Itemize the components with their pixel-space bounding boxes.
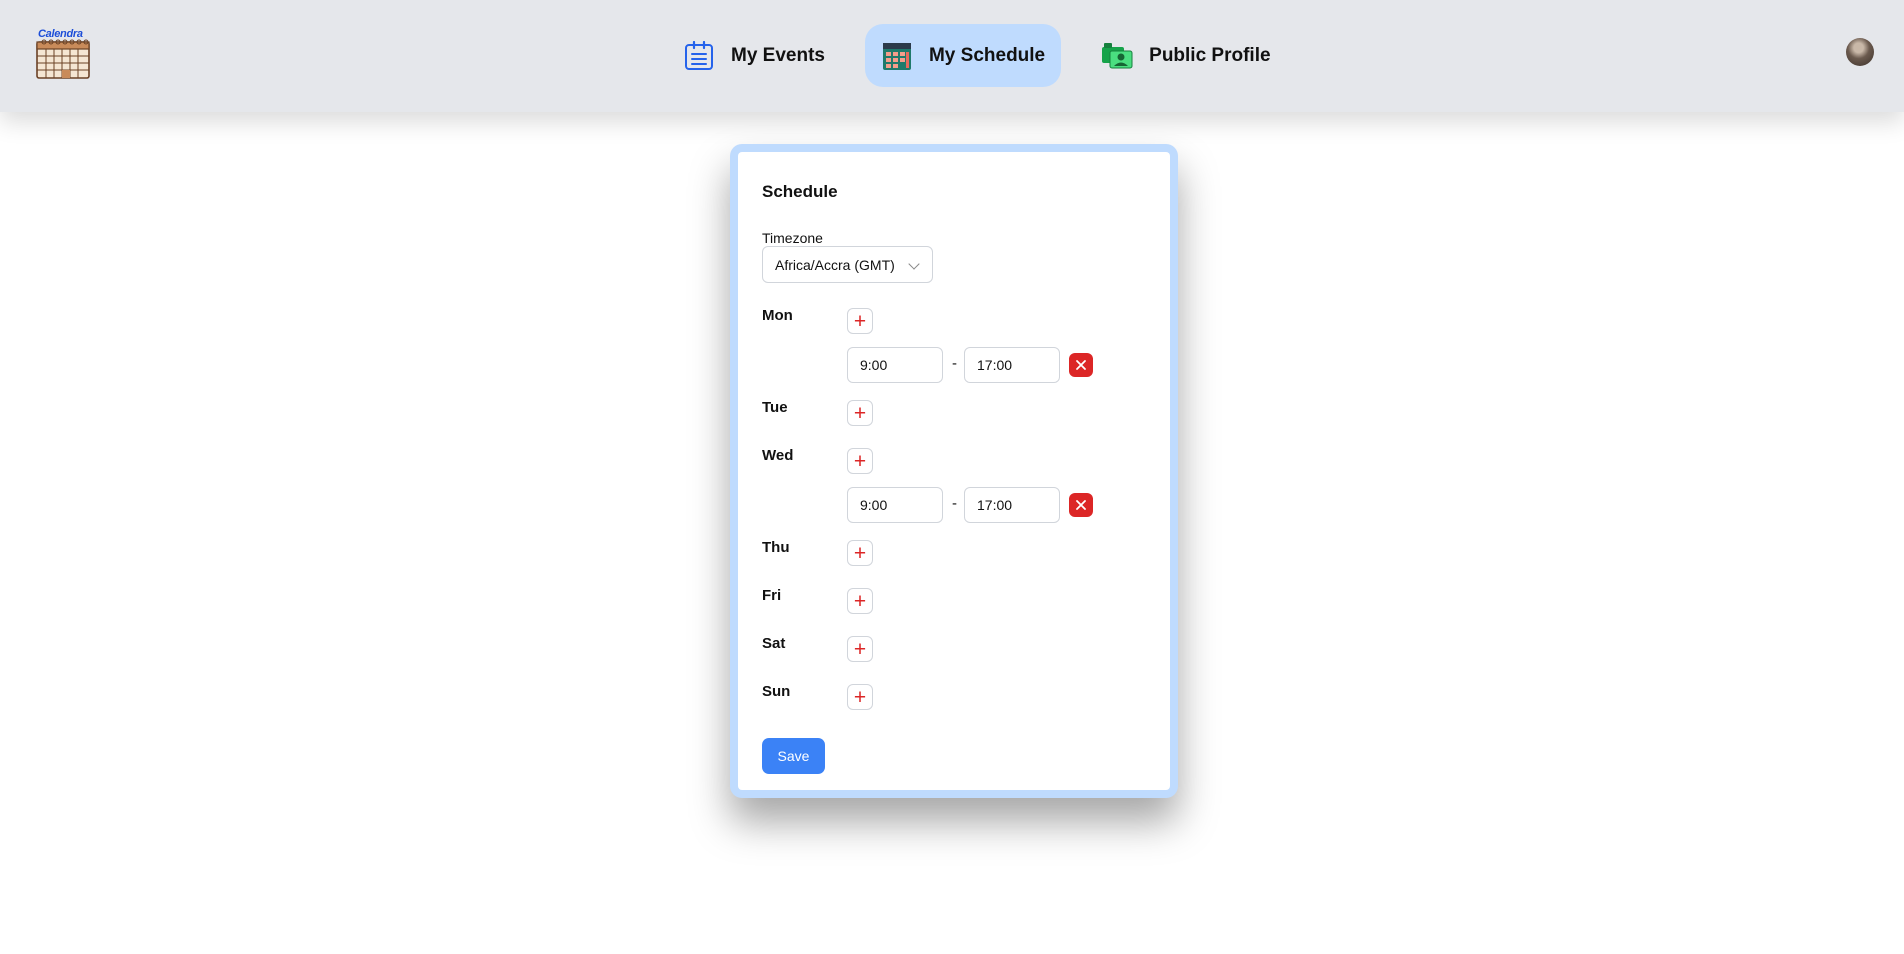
close-icon [1076, 500, 1086, 510]
user-avatar[interactable] [1846, 38, 1874, 66]
save-button[interactable]: Save [762, 738, 825, 774]
calendar-grid-icon [881, 40, 913, 72]
timezone-label: Timezone [762, 230, 823, 246]
add-slot-button-sat[interactable]: + [847, 636, 873, 662]
remove-slot-button-mon[interactable] [1069, 353, 1093, 377]
timezone-select[interactable]: Africa/Accra (GMT) [762, 246, 933, 283]
time-separator: - [952, 495, 957, 512]
calendar-logo-icon [36, 39, 90, 79]
nav-public-profile[interactable]: Public Profile [1085, 24, 1286, 87]
calendra-logo[interactable]: Calendra [34, 28, 94, 82]
main-nav: My Events My Schedule Public Profile [667, 24, 1287, 87]
add-slot-button-tue[interactable]: + [847, 400, 873, 426]
day-label-wed: Wed [762, 447, 794, 464]
end-time-input-mon[interactable]: 17:00 [964, 347, 1060, 383]
day-label-tue: Tue [762, 399, 788, 416]
start-time-input-wed[interactable]: 9:00 [847, 487, 943, 523]
remove-slot-button-wed[interactable] [1069, 493, 1093, 517]
schedule-card-frame: Schedule Timezone Africa/Accra (GMT) Mon… [730, 144, 1178, 798]
nav-my-events[interactable]: My Events [667, 24, 841, 87]
profile-id-card-icon [1101, 40, 1133, 72]
add-slot-button-sun[interactable]: + [847, 684, 873, 710]
top-nav-bar: Calendra My Events My Schedule Public Pr… [0, 0, 1904, 112]
clipboard-list-icon [683, 40, 715, 72]
chevron-down-icon [908, 258, 920, 270]
day-label-mon: Mon [762, 307, 793, 324]
day-label-sat: Sat [762, 635, 786, 652]
day-label-fri: Fri [762, 587, 782, 604]
close-icon [1076, 360, 1086, 370]
time-separator: - [952, 355, 957, 372]
nav-my-schedule[interactable]: My Schedule [864, 24, 1062, 87]
schedule-title: Schedule [762, 182, 838, 201]
nav-label-my-events: My Events [731, 44, 825, 66]
end-time-input-wed[interactable]: 17:00 [964, 487, 1060, 523]
nav-label-my-schedule: My Schedule [928, 44, 1046, 66]
start-time-input-mon[interactable]: 9:00 [847, 347, 943, 383]
schedule-card: Schedule Timezone Africa/Accra (GMT) Mon… [738, 152, 1170, 790]
add-slot-button-wed[interactable]: + [847, 448, 873, 474]
add-slot-button-thu[interactable]: + [847, 540, 873, 566]
add-slot-button-mon[interactable]: + [847, 308, 873, 334]
day-label-thu: Thu [762, 539, 790, 556]
add-slot-button-fri[interactable]: + [847, 588, 873, 614]
day-label-sun: Sun [762, 683, 791, 700]
nav-label-public-profile: Public Profile [1149, 44, 1271, 66]
timezone-value: Africa/Accra (GMT) [775, 256, 895, 273]
